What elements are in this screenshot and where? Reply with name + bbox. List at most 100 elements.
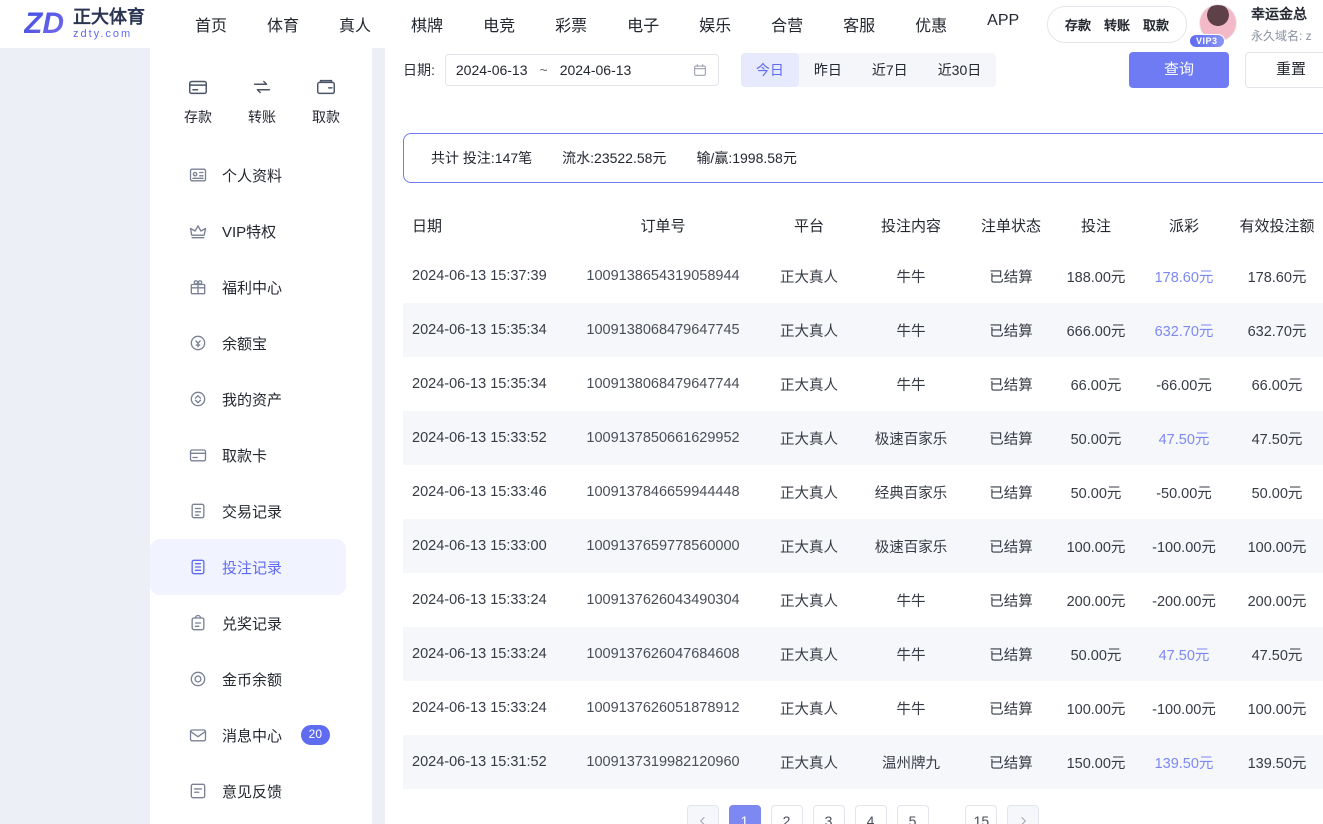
nav-item-app[interactable]: APP [987,12,1019,36]
withdraw-link[interactable]: 取款 [1143,15,1169,34]
bet-records-table: 日期订单号平台投注内容注单状态投注派彩有效投注额 2024-06-13 15:3… [403,201,1323,789]
table-header-row: 日期订单号平台投注内容注单状态投注派彩有效投注额 [403,201,1323,249]
sidebar-item-feedback[interactable]: 意见反馈 [150,763,372,819]
nav-item-sports[interactable]: 体育 [267,12,299,36]
cell-date: 2024-06-13 15:35:34 [403,303,563,357]
cell-order: 1009137850661629952 [563,411,763,465]
deposit-link[interactable]: 存款 [1065,15,1091,34]
cell-bet: 50.00元 [1055,465,1137,519]
sidebar-item-transaction-records[interactable]: 交易记录 [150,483,372,539]
sidebar-item-vip-privileges[interactable]: VIP特权 [150,203,372,259]
cell-order: 1009138654319058944 [563,249,763,303]
cell-platform: 正大真人 [763,681,855,735]
main-nav: 首页 体育 真人 棋牌 电竞 彩票 电子 娱乐 合营 客服 优惠 APP [195,12,1019,36]
coin-icon [188,333,208,353]
cell-date: 2024-06-13 15:33:00 [403,519,563,573]
prev-page-button[interactable] [687,805,719,824]
cell-valid: 47.50元 [1231,411,1323,465]
quick-action-deposit[interactable]: 存款 [184,76,212,127]
page-button-3[interactable]: 3 [813,805,845,824]
nav-item-promotions[interactable]: 优惠 [915,12,947,36]
logo-domain: zdty.com [73,28,145,40]
cell-platform: 正大真人 [763,249,855,303]
logo-mark: ZD [24,9,64,39]
cell-content: 温州牌九 [855,735,967,789]
sidebar-item-yuebao[interactable]: 余额宝 [150,315,372,371]
nav-item-lottery[interactable]: 彩票 [555,12,587,36]
column-header: 订单号 [563,201,763,249]
cell-order: 1009137626047684608 [563,627,763,681]
cell-content: 经典百家乐 [855,465,967,519]
message-icon [188,725,208,745]
cell-order: 1009137846659944448 [563,465,763,519]
quick-action-label: 取款 [312,107,340,127]
quick-action-label: 转账 [248,107,276,127]
filter-row: 日期: 2024-06-13 ~ 2024-06-13 今日昨日近7日近30日 … [403,52,1323,88]
cell-status: 已结算 [967,411,1055,465]
summary-part: 流水:23522.58元 [562,148,666,168]
gift-icon [188,277,208,297]
table-row: 2024-06-13 15:33:461009137846659944448正大… [403,465,1323,519]
cell-status: 已结算 [967,573,1055,627]
nav-item-slots[interactable]: 电子 [627,12,659,36]
sidebar-item-welfare-center[interactable]: 福利中心 [150,259,372,315]
cell-date: 2024-06-13 15:31:52 [403,735,563,789]
sidebar-item-gold-coin-balance[interactable]: 金币余额 [150,651,372,707]
nav-item-live-casino[interactable]: 真人 [339,12,371,36]
date-from-value[interactable]: 2024-06-13 [456,62,528,78]
sidebar-item-label: 我的资产 [222,389,282,410]
permanent-domain-note: 永久域名: z [1251,27,1323,44]
search-button[interactable]: 查询 [1129,52,1229,88]
date-to-value[interactable]: 2024-06-13 [560,62,632,78]
range-preset-last-7-days[interactable]: 近7日 [857,53,923,87]
range-preset-last-30-days[interactable]: 近30日 [923,53,997,87]
avatar[interactable]: VIP3 [1199,4,1239,44]
cell-platform: 正大真人 [763,573,855,627]
cell-status: 已结算 [967,303,1055,357]
nav-item-home[interactable]: 首页 [195,12,227,36]
cell-order: 1009137626051878912 [563,681,763,735]
page-button-2[interactable]: 2 [771,805,803,824]
sidebar-menu: 个人资料VIP特权福利中心余额宝我的资产取款卡交易记录投注记录兑奖记录金币余额消… [150,147,372,819]
sidebar-item-bet-records[interactable]: 投注记录 [150,539,346,595]
cell-payout: -100.00元 [1137,681,1231,735]
page-button-1[interactable]: 1 [729,805,761,824]
nav-item-board-games[interactable]: 棋牌 [411,12,443,36]
nav-item-customer-service[interactable]: 客服 [843,12,875,36]
date-range-picker[interactable]: 2024-06-13 ~ 2024-06-13 [445,54,719,86]
cell-platform: 正大真人 [763,357,855,411]
quick-action-transfer[interactable]: 转账 [248,76,276,127]
nav-item-entertainment[interactable]: 娱乐 [699,12,731,36]
bankcard-icon [188,445,208,465]
next-page-button[interactable] [1007,805,1039,824]
page-button-5[interactable]: 5 [897,805,929,824]
sidebar-item-my-assets[interactable]: 我的资产 [150,371,372,427]
assets-icon [188,389,208,409]
cell-order: 1009137659778560000 [563,519,763,573]
idcard-icon [188,165,208,185]
sidebar-item-prize-records[interactable]: 兑奖记录 [150,595,372,651]
range-preset-yesterday[interactable]: 昨日 [799,53,857,87]
logo[interactable]: ZD 正大体育 zdty.com [24,8,145,40]
page-button-15[interactable]: 15 [965,805,997,824]
nav-item-esports[interactable]: 电竞 [483,12,515,36]
sidebar-item-label: 投注记录 [222,557,282,578]
reset-button[interactable]: 重置 [1245,52,1323,88]
cell-platform: 正大真人 [763,303,855,357]
table-row: 2024-06-13 15:33:241009137626043490304正大… [403,573,1323,627]
page-button-4[interactable]: 4 [855,805,887,824]
sidebar-item-withdraw-card[interactable]: 取款卡 [150,427,372,483]
goldcoin-icon [188,669,208,689]
sidebar-item-message-center[interactable]: 消息中心20 [150,707,372,763]
pagination: 12345...15 [403,805,1323,824]
table-row: 2024-06-13 15:35:341009138068479647744正大… [403,357,1323,411]
sidebar-item-profile[interactable]: 个人资料 [150,147,372,203]
cell-platform: 正大真人 [763,411,855,465]
column-header: 有效投注额 [1231,201,1323,249]
quick-action-withdraw[interactable]: 取款 [312,76,340,127]
nav-item-partnership[interactable]: 合营 [771,12,803,36]
main-content: 日期: 2024-06-13 ~ 2024-06-13 今日昨日近7日近30日 … [385,48,1323,824]
range-preset-today[interactable]: 今日 [741,53,799,87]
withdraw-icon [315,76,337,98]
transfer-link[interactable]: 转账 [1104,15,1130,34]
